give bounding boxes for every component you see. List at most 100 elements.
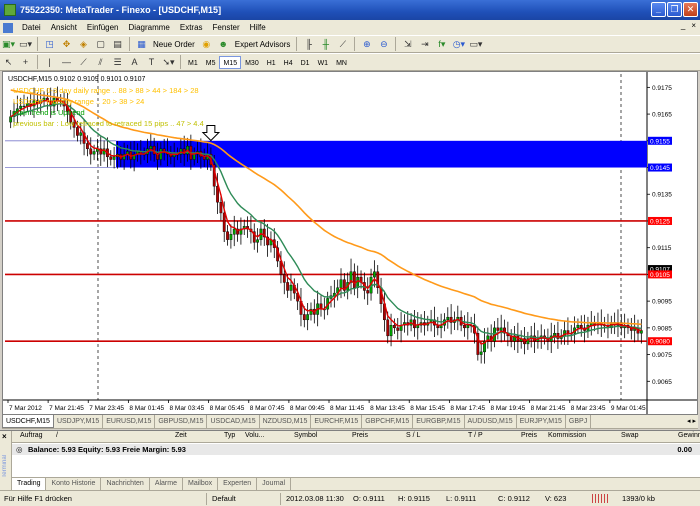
new-order-button[interactable]: Neue Order bbox=[150, 40, 198, 49]
terminal-column-header[interactable]: Zeit bbox=[175, 432, 187, 439]
price-chart[interactable]: USDCHF,M15 0.9102 0.9109 0.9101 0.9107 US… bbox=[3, 72, 697, 414]
chart-tab[interactable]: GBPCHF,M15 bbox=[362, 415, 414, 428]
terminal-column-header[interactable]: Typ bbox=[224, 432, 235, 439]
status-help: Für Hilfe F1 drücken bbox=[4, 494, 72, 503]
chart-tab[interactable]: EURCHF,M15 bbox=[311, 415, 363, 428]
candlestick-chart-icon[interactable]: ╫ bbox=[318, 37, 333, 52]
terminal-column-header[interactable]: Gewinn bbox=[678, 432, 700, 439]
terminal-column-header[interactable]: Swap bbox=[621, 432, 639, 439]
timeframe-m30[interactable]: M30 bbox=[241, 56, 263, 69]
minimize-button[interactable]: _ bbox=[651, 2, 666, 17]
chart-tab[interactable]: EURJPY,M15 bbox=[517, 415, 566, 428]
tab-scroll-arrows[interactable]: ◂ ▸ bbox=[687, 417, 696, 425]
menu-hilfe[interactable]: Hilfe bbox=[245, 23, 271, 32]
close-button[interactable]: ✕ bbox=[683, 2, 698, 17]
timeframe-h1[interactable]: H1 bbox=[263, 56, 280, 69]
chart-shift-icon[interactable]: ⇥ bbox=[417, 37, 432, 52]
terminal-column-header[interactable]: Preis bbox=[521, 432, 537, 439]
terminal-column-header[interactable]: T / P bbox=[468, 432, 483, 439]
cursor-icon[interactable]: ↖ bbox=[1, 55, 16, 70]
terminal-close-icon[interactable]: × bbox=[2, 432, 7, 441]
vertical-line-icon[interactable]: | bbox=[42, 55, 57, 70]
terminal-tab[interactable]: Konto Historie bbox=[46, 478, 102, 490]
terminal-column-header[interactable]: Preis bbox=[352, 432, 368, 439]
bar-chart-icon[interactable]: ╟ bbox=[301, 37, 316, 52]
timeframe-mn[interactable]: MN bbox=[332, 56, 351, 69]
terminal-tab[interactable]: Journal bbox=[257, 478, 292, 490]
candle-body bbox=[446, 316, 450, 321]
terminal-column-header[interactable]: / bbox=[56, 432, 58, 439]
terminal-tab[interactable]: Mailbox bbox=[183, 478, 219, 490]
terminal-tab[interactable]: Experten bbox=[218, 478, 258, 490]
menu-bar: Datei Ansicht Einfügen Diagramme Extras … bbox=[0, 20, 700, 35]
new-chart-icon[interactable]: ▣▾ bbox=[1, 37, 16, 52]
terminal-tab[interactable]: Nachrichten bbox=[101, 478, 150, 490]
expert-advisors-icon[interactable]: ☻ bbox=[216, 37, 231, 52]
market-watch-icon[interactable]: ◳ bbox=[42, 37, 57, 52]
menu-einfuegen[interactable]: Einfügen bbox=[82, 23, 124, 32]
terminal-column-header[interactable]: Symbol bbox=[294, 432, 317, 439]
zoom-out-icon[interactable]: ⊖ bbox=[376, 37, 391, 52]
chart-tab[interactable]: EURGBP,M15 bbox=[413, 415, 465, 428]
maximize-button[interactable]: ❐ bbox=[667, 2, 682, 17]
menu-diagramme[interactable]: Diagramme bbox=[124, 23, 175, 32]
channel-icon[interactable]: ⫽ bbox=[93, 55, 108, 70]
mdi-minimize-button[interactable]: _ bbox=[681, 21, 685, 30]
candle bbox=[399, 312, 403, 343]
mdi-close-button[interactable]: × bbox=[691, 21, 696, 30]
chart-tab[interactable]: AUDUSD,M15 bbox=[465, 415, 517, 428]
terminal-column-header[interactable]: Kommission bbox=[548, 432, 586, 439]
timeframe-m1[interactable]: M1 bbox=[184, 56, 202, 69]
zoom-in-icon[interactable]: ⊕ bbox=[359, 37, 374, 52]
timeframe-w1[interactable]: W1 bbox=[314, 56, 333, 69]
chart-tab[interactable]: NZDUSD,M15 bbox=[260, 415, 312, 428]
text-icon[interactable]: A bbox=[127, 55, 142, 70]
chart-tab[interactable]: USDCHF,M15 bbox=[2, 415, 54, 428]
terminal-tab[interactable]: Trading bbox=[12, 478, 47, 490]
new-order-icon[interactable]: ▦ bbox=[134, 37, 149, 52]
trendline-icon[interactable]: ⟋ bbox=[76, 55, 91, 70]
terminal-icon[interactable]: ▢ bbox=[93, 37, 108, 52]
periods-icon[interactable]: ◷▾ bbox=[451, 37, 466, 52]
terminal-tab[interactable]: Alarme bbox=[150, 478, 183, 490]
navigator-icon[interactable]: ✥ bbox=[59, 37, 74, 52]
text-label-icon[interactable]: T bbox=[144, 55, 159, 70]
terminal-column-header[interactable]: S / L bbox=[406, 432, 420, 439]
expert-advisors-button[interactable]: Expert Advisors bbox=[232, 40, 294, 49]
arrows-icon[interactable]: ➘▾ bbox=[161, 55, 176, 70]
chart-tab[interactable]: GBPUSD,M15 bbox=[155, 415, 208, 428]
candle-body bbox=[222, 212, 226, 232]
candle bbox=[252, 223, 256, 250]
fibonacci-icon[interactable]: ☰ bbox=[110, 55, 125, 70]
terminal-column-header[interactable]: Volu... bbox=[245, 432, 264, 439]
timeframe-h4[interactable]: H4 bbox=[280, 56, 297, 69]
timeframe-m15[interactable]: M15 bbox=[219, 55, 242, 69]
metaeditor-icon[interactable]: ◉ bbox=[199, 37, 214, 52]
data-window-icon[interactable]: ◈ bbox=[76, 37, 91, 52]
menu-datei[interactable]: Datei bbox=[17, 23, 46, 32]
terminal-column-header[interactable]: Auftrag bbox=[20, 432, 43, 439]
chart-tab[interactable]: GBPJ bbox=[566, 415, 592, 428]
menu-ansicht[interactable]: Ansicht bbox=[46, 23, 82, 32]
profiles-icon[interactable]: ▭▾ bbox=[18, 37, 33, 52]
timeframe-m5[interactable]: M5 bbox=[202, 56, 220, 69]
chart-tab[interactable]: USDCAD,M15 bbox=[207, 415, 260, 428]
candle-body bbox=[226, 231, 229, 240]
horizontal-line-icon[interactable]: — bbox=[59, 55, 74, 70]
menu-fenster[interactable]: Fenster bbox=[208, 23, 245, 32]
auto-scroll-icon[interactable]: ⇲ bbox=[400, 37, 415, 52]
chart-overlay-text: previous bar : Low retraced to retraced … bbox=[13, 119, 204, 128]
strategy-tester-icon[interactable]: ▤ bbox=[110, 37, 125, 52]
chart-window[interactable]: USDCHF,M15 0.9102 0.9109 0.9101 0.9107 US… bbox=[2, 71, 698, 415]
chart-tab[interactable]: EURUSD,M15 bbox=[103, 415, 156, 428]
crosshair-icon[interactable]: + bbox=[18, 55, 33, 70]
chart-tab[interactable]: USDJPY,M15 bbox=[54, 415, 104, 428]
menu-extras[interactable]: Extras bbox=[175, 23, 208, 32]
templates-icon[interactable]: ▭▾ bbox=[468, 37, 483, 52]
balance-row[interactable]: ◎ Balance: 5.93 Equity: 5.93 Freie Margi… bbox=[12, 444, 700, 455]
timeframe-d1[interactable]: D1 bbox=[297, 56, 314, 69]
document-icon[interactable] bbox=[3, 22, 13, 33]
line-chart-icon[interactable]: ⟋ bbox=[335, 37, 350, 52]
candle-body bbox=[89, 148, 93, 155]
indicators-icon[interactable]: f▾ bbox=[434, 37, 449, 52]
